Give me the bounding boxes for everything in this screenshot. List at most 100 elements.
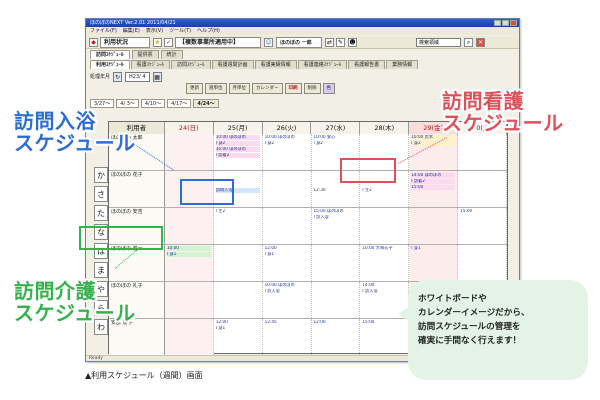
- menu-edit[interactable]: 編集(E): [123, 27, 140, 35]
- calendar-button[interactable]: カレンダー: [252, 83, 283, 94]
- schedule-cell[interactable]: 15:00: [360, 319, 410, 355]
- schedule-cell[interactable]: I 身1: [409, 245, 459, 281]
- color-button[interactable]: 色: [322, 83, 335, 94]
- schedule-entry[interactable]: I 身2: [265, 141, 309, 146]
- check-icon[interactable]: ✓: [164, 38, 173, 47]
- schedule-entry[interactable]: I 訪入浴: [265, 289, 309, 294]
- schedule-cell[interactable]: 12:45: [263, 319, 312, 355]
- schedule-entry[interactable]: I 訪看2: [411, 179, 456, 184]
- kana-index-button[interactable]: さ: [94, 186, 108, 202]
- tab-visit-schedule-sub[interactable]: 訪問ｽｹｼﾞｭｰﾙ: [171, 60, 211, 69]
- schedule-entry[interactable]: 15:00: [460, 209, 504, 214]
- delete-button[interactable]: 削除: [303, 83, 321, 94]
- tab-work-info[interactable]: 業務情報: [386, 60, 419, 69]
- tab-visit-schedule[interactable]: 訪問ｽｹｼﾞｭｰﾙ: [90, 50, 130, 59]
- table-row[interactable]: ほのぼの 進一 10:00 I 身1 12:00 I 身1 10:00 大林芳子 I 身1: [109, 245, 507, 282]
- month-unit-button[interactable]: 月単位: [228, 83, 250, 94]
- tab-nursing-schedule[interactable]: 看護ｽｹｼﾞｭｰﾙ: [130, 60, 171, 69]
- schedule-cell[interactable]: [360, 208, 410, 244]
- schedule-entry[interactable]: 12:45: [265, 320, 309, 325]
- schedule-entry[interactable]: 10:00 ほのぼの: [265, 283, 309, 288]
- schedule-entry[interactable]: 10:00: [166, 246, 211, 251]
- schedule-cell[interactable]: [263, 208, 312, 244]
- schedule-entry[interactable]: 16:00 ほのぼの: [215, 147, 260, 152]
- table-row[interactable]: ほのぼの 安吉 I 生2 15:00 ほのぼの I 訪入浴 15:00: [109, 208, 507, 245]
- print-button[interactable]: 印刷: [284, 83, 302, 94]
- schedule-cell[interactable]: [214, 282, 263, 318]
- schedule-cell[interactable]: 10:00 I 身1: [164, 245, 214, 281]
- week-tab[interactable]: 4/ 3〜: [116, 99, 139, 108]
- exit-icon[interactable]: ✕: [476, 38, 485, 47]
- schedule-entry[interactable]: 10:00 ほのぼの: [265, 135, 309, 140]
- schedule-entry[interactable]: I 生2: [362, 188, 406, 193]
- tab-results[interactable]: 看護実績情報: [254, 60, 297, 69]
- week-unit-button[interactable]: 週単位: [205, 83, 227, 94]
- schedule-cell[interactable]: [312, 282, 361, 318]
- schedule-entry[interactable]: I 身2: [314, 141, 358, 146]
- schedule-entry[interactable]: 12:00: [265, 246, 309, 251]
- schedule-entry[interactable]: I 身2: [215, 141, 260, 146]
- table-row[interactable]: ほのぼの 花子 訪問入浴 12:30 I 生2 14:00 ほのぼの I 訪看2 15:00: [109, 171, 507, 208]
- kana-index-button[interactable]: ま: [94, 262, 108, 278]
- schedule-cell[interactable]: 10:00 大林芳子: [360, 245, 410, 281]
- update-button[interactable]: 更新: [186, 83, 203, 94]
- pen-icon[interactable]: ✎: [336, 38, 345, 47]
- menu-help[interactable]: ヘルプ(H): [197, 27, 220, 35]
- schedule-entry[interactable]: I 訪入浴: [314, 215, 358, 220]
- tab-weekly-plan[interactable]: 看護週間計画: [211, 60, 254, 69]
- schedule-entry[interactable]: 10:00 荒木: [411, 135, 456, 140]
- schedule-cell[interactable]: [164, 208, 214, 244]
- user-name-cell[interactable]: ほのぼの 花子: [109, 171, 165, 207]
- schedule-cell[interactable]: 14:00 ほのぼの I 訪看2 15:00: [409, 171, 459, 207]
- tab-report[interactable]: 看護報告書: [348, 60, 386, 69]
- schedule-cell[interactable]: [458, 171, 507, 207]
- search-input[interactable]: 検索領域: [416, 38, 461, 47]
- schedule-cell[interactable]: 10:00 ほのぼの I 身2 16:00 ほのぼの I 訪看2: [214, 134, 263, 170]
- close-button[interactable]: [510, 20, 517, 26]
- schedule-cell[interactable]: [409, 208, 459, 244]
- star-icon[interactable]: ★: [153, 38, 162, 47]
- schedule-cell[interactable]: 15:00 ほのぼの I 訪入浴: [312, 208, 361, 244]
- schedule-entry[interactable]: I 身1: [411, 246, 455, 251]
- schedule-cell[interactable]: [214, 245, 263, 281]
- maximize-button[interactable]: [502, 20, 509, 26]
- schedule-entry[interactable]: 14:00: [362, 283, 406, 288]
- schedule-cell[interactable]: 12:00 I 身1: [263, 245, 312, 281]
- tab-provision[interactable]: 提供票: [131, 50, 159, 59]
- user-icon[interactable]: ☻: [348, 38, 357, 47]
- schedule-cell[interactable]: 12:00 I 身1: [214, 319, 263, 355]
- schedule-entry[interactable]: 12:00: [216, 320, 260, 325]
- schedule-entry[interactable]: I 生2: [216, 209, 260, 214]
- schedule-cell[interactable]: 15:00: [458, 208, 507, 244]
- schedule-entry[interactable]: 10:00 ほのぼの: [215, 135, 260, 140]
- schedule-cell[interactable]: [263, 171, 312, 207]
- schedule-entry[interactable]: 14:00 ほのぼの: [411, 173, 456, 178]
- week-tab[interactable]: 4/17〜: [167, 99, 192, 108]
- tab-user-schedule[interactable]: 利用ｽｹｼﾞｭｰﾙ: [90, 60, 130, 69]
- schedule-entry[interactable]: I 身1: [166, 252, 211, 257]
- schedule-cell[interactable]: [458, 245, 507, 281]
- schedule-cell[interactable]: I 生2: [214, 208, 263, 244]
- calendar-icon[interactable]: ▦: [152, 71, 162, 82]
- schedule-entry[interactable]: 10:00 安心: [314, 135, 358, 140]
- schedule-entry[interactable]: 12:00: [314, 320, 358, 325]
- tab-contact-schedule[interactable]: 看護連絡ｽｹｼﾞｭｰﾙ: [297, 60, 348, 69]
- schedule-cell[interactable]: 10:00 ほのぼの I 訪入浴: [263, 282, 312, 318]
- minimize-button[interactable]: [494, 20, 501, 26]
- schedule-entry[interactable]: I 訪看2: [215, 153, 260, 158]
- menu-tools[interactable]: ツール(T): [169, 27, 191, 35]
- schedule-cell[interactable]: [164, 319, 214, 355]
- schedule-cell[interactable]: [458, 134, 507, 170]
- schedule-cell[interactable]: [164, 134, 214, 170]
- kana-index-button[interactable]: た: [94, 205, 108, 221]
- schedule-cell[interactable]: 10:00 ほのぼの I 身2: [263, 134, 312, 170]
- schedule-entry[interactable]: 12:30: [314, 188, 358, 193]
- kana-index-button[interactable]: か: [94, 167, 108, 183]
- year-field[interactable]: H23/ 4: [125, 71, 150, 82]
- menu-file[interactable]: ファイル(F): [90, 27, 117, 35]
- schedule-entry[interactable]: I 訪入浴: [362, 289, 406, 294]
- week-tab-current[interactable]: 4/24〜: [193, 99, 219, 108]
- schedule-cell[interactable]: [312, 245, 361, 281]
- week-tab[interactable]: 3/27〜: [90, 99, 115, 108]
- schedule-entry[interactable]: 15:00: [411, 185, 456, 190]
